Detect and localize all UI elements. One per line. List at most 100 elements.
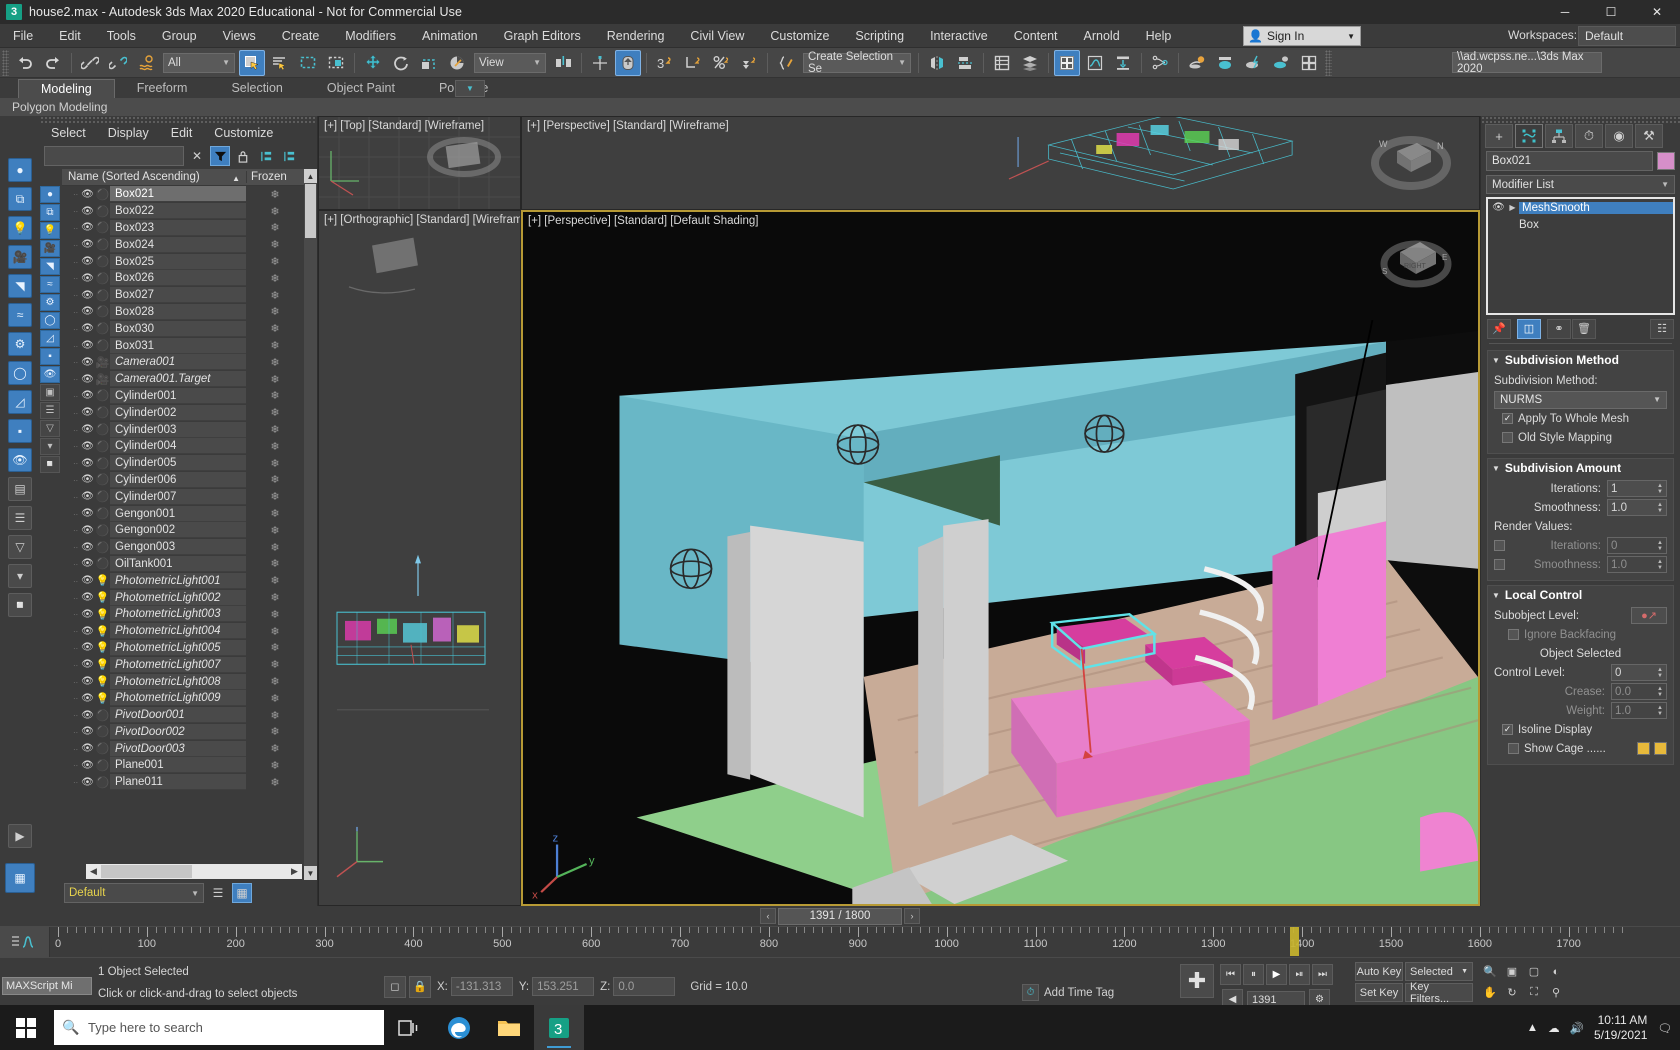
- frozen-toggle-icon[interactable]: ❄: [246, 625, 304, 638]
- explorer-menu-display[interactable]: Display: [97, 126, 160, 140]
- list-item[interactable]: ∙∙ 👁 💡 PhotometricLight002 ❄: [62, 589, 304, 606]
- track-bar[interactable]: 0 100 200 300 400 500 600 700 800 900 1000 1100 1200…: [0, 926, 1680, 957]
- expand-rail-icon[interactable]: ▶: [8, 824, 32, 848]
- make-unique-icon[interactable]: ⚭: [1547, 318, 1571, 339]
- scroll-right-icon[interactable]: ▶: [287, 866, 302, 877]
- layer-stack-icon[interactable]: ☰: [208, 883, 228, 903]
- menu-content[interactable]: Content: [1001, 24, 1071, 48]
- eye-icon[interactable]: 👁: [80, 626, 95, 637]
- rectangular-selection-region-button[interactable]: [295, 50, 321, 76]
- eye-icon[interactable]: 👁: [80, 659, 95, 670]
- previous-frame-button[interactable]: ‹: [760, 908, 776, 924]
- frozen-toggle-icon[interactable]: ❄: [246, 742, 304, 755]
- list-item[interactable]: ∙∙ 👁 ⚫ Plane011 ❄: [62, 774, 304, 791]
- scroll-left-icon[interactable]: ◀: [86, 866, 101, 877]
- object-color-swatch[interactable]: [1657, 152, 1675, 170]
- next-frame-button[interactable]: ⏯: [1289, 964, 1310, 985]
- toolbar-grip-end[interactable]: [1325, 49, 1332, 76]
- list-item[interactable]: ∙∙ 👁 ⚫ OilTank001 ❄: [62, 555, 304, 573]
- layer-selector[interactable]: Default ▼: [64, 883, 204, 903]
- viewport-perspective-wire-label[interactable]: [+] [Perspective] [Standard] [Wireframe]: [527, 120, 729, 132]
- viewport-orthographic[interactable]: [+] [Orthographic] [Standard] [Wirefram: [318, 210, 521, 906]
- viewport-perspective-shaded[interactable]: z y x [+] [Perspective] [Standard] [Defa…: [521, 210, 1480, 906]
- shapes-filter-button[interactable]: ⧉: [40, 204, 60, 221]
- lock-selection-icon[interactable]: 🔒: [409, 975, 431, 998]
- list-item[interactable]: ∙∙ 👁 ⚫ Box026 ❄: [62, 270, 304, 287]
- list-item[interactable]: ∙∙ 👁 ⚫ Box031 ❄: [62, 337, 304, 354]
- space-warp-icon[interactable]: ≈: [8, 303, 32, 327]
- spinner-snap-toggle-button[interactable]: [736, 50, 762, 76]
- list-item[interactable]: ∙∙ 👁 ⚫ Plane001 ❄: [62, 757, 304, 774]
- frozen-toggle-icon[interactable]: ❄: [246, 490, 304, 503]
- old-style-mapping-row[interactable]: ✓ Old Style Mapping: [1494, 428, 1667, 447]
- frozen-toggle-icon[interactable]: ❄: [246, 272, 304, 285]
- vertical-scrollbar[interactable]: ▲ ▼: [304, 169, 317, 880]
- workspaces-selector[interactable]: Default: [1578, 26, 1676, 46]
- rollout-header-subdivision-amount[interactable]: ▼ Subdivision Amount: [1488, 459, 1673, 477]
- object-name[interactable]: PhotometricLight008: [110, 673, 246, 690]
- modifier-stack-item-meshsmooth[interactable]: 👁 ▶ MeshSmooth: [1488, 199, 1673, 216]
- column-header-frozen[interactable]: Frozen: [246, 171, 304, 183]
- list-item[interactable]: ∙∙ 👁 ⚫ Cylinder002 ❄: [62, 404, 304, 421]
- frozen-toggle-icon[interactable]: ❄: [246, 658, 304, 671]
- angle-snap-toggle-button[interactable]: [680, 50, 706, 76]
- select-and-move-button[interactable]: [360, 50, 386, 76]
- viewport-perspective-shaded-label[interactable]: [+] [Perspective] [Standard] [Default Sh…: [528, 215, 758, 227]
- containers-filter-button[interactable]: ◽: [40, 456, 60, 473]
- absolute-relative-toggle-icon[interactable]: ◻: [384, 975, 406, 998]
- list-item[interactable]: ∙∙ 👁 ⚫ Gengon001 ❄: [62, 505, 304, 522]
- select-and-manipulate-button[interactable]: [615, 49, 641, 76]
- object-name[interactable]: Box030: [110, 320, 246, 337]
- scroll-down-icon[interactable]: ▼: [304, 866, 317, 880]
- percent-snap-toggle-button[interactable]: [708, 50, 734, 76]
- frozen-toggle-icon[interactable]: ❄: [246, 759, 304, 772]
- light-icon[interactable]: 💡: [8, 216, 32, 240]
- eye-icon[interactable]: 👁: [80, 777, 95, 788]
- sign-in-button[interactable]: 👤 Sign In ▼: [1243, 26, 1361, 46]
- eye-icon[interactable]: 👁: [80, 609, 95, 620]
- frozen-toggle-icon[interactable]: ❄: [246, 641, 304, 654]
- select-and-link-button[interactable]: [77, 50, 103, 76]
- display-tab[interactable]: ◉: [1605, 124, 1633, 148]
- render-iterative-button[interactable]: [1268, 50, 1294, 76]
- list-item[interactable]: ∙∙ 👁 ⚫ Box027 ❄: [62, 287, 304, 304]
- sort-filter-button[interactable]: ▽: [40, 420, 60, 437]
- layer-explorer-toggle-icon[interactable]: ▦: [232, 883, 252, 903]
- eye-icon[interactable]: 👁: [80, 676, 95, 687]
- frozen-toggle-icon[interactable]: ❄: [246, 373, 304, 386]
- visibility-icon[interactable]: 👁: [8, 448, 32, 472]
- list-item[interactable]: ∙∙ 👁 ⚫ Box028 ❄: [62, 303, 304, 321]
- object-name[interactable]: PivotDoor001: [110, 707, 246, 724]
- list-item[interactable]: ∙∙ 👁 ⚫ Cylinder005 ❄: [62, 455, 304, 472]
- frozen-filter-button[interactable]: ▣: [40, 384, 60, 401]
- eye-icon[interactable]: 👁: [80, 374, 95, 385]
- spinner-arrows-icon[interactable]: ▲ ▼: [1657, 686, 1663, 698]
- eye-icon[interactable]: 👁: [80, 558, 95, 569]
- view-cube[interactable]: RIGHT S E: [1374, 216, 1458, 300]
- menu-file[interactable]: File: [0, 24, 46, 48]
- object-name[interactable]: Cylinder006: [110, 471, 246, 488]
- menu-tools[interactable]: Tools: [94, 24, 149, 48]
- menu-interactive[interactable]: Interactive: [917, 24, 1001, 48]
- motion-tab[interactable]: ⏱: [1575, 124, 1603, 148]
- eye-icon[interactable]: 👁: [80, 407, 95, 418]
- hscroll-thumb[interactable]: [101, 865, 192, 878]
- go-to-end-button[interactable]: ⏭: [1312, 964, 1333, 985]
- eye-icon[interactable]: 👁: [80, 206, 95, 217]
- ribbon-options-dropdown[interactable]: ▼: [455, 80, 485, 97]
- zoom-icon[interactable]: 🔍: [1480, 962, 1500, 981]
- playhead[interactable]: [1290, 927, 1300, 956]
- eye-icon[interactable]: 👁: [80, 323, 95, 334]
- object-name[interactable]: Cylinder004: [110, 438, 246, 455]
- frozen-toggle-icon[interactable]: ❄: [246, 221, 304, 234]
- eye-icon[interactable]: 👁: [80, 306, 95, 317]
- list-rows[interactable]: ∙∙ 👁 ⚫ Box021 ❄ ∙∙ 👁 ⚫ Box022 ❄ ∙∙ 👁 ⚫ Box023 ❄ ∙∙ 👁 ⚫ Box…: [62, 186, 304, 863]
- scene-explorer-button[interactable]: [1017, 50, 1043, 76]
- frozen-toggle-icon[interactable]: ❄: [246, 725, 304, 738]
- list-item[interactable]: ∙∙ 👁 ⚫ PivotDoor001 ❄: [62, 707, 304, 724]
- field-of-view-icon[interactable]: ◐: [1546, 962, 1566, 981]
- bind-to-space-warp-button[interactable]: [133, 50, 159, 76]
- expand-triangle-icon[interactable]: ▶: [1506, 203, 1519, 212]
- eye-icon[interactable]: 👁: [80, 693, 95, 704]
- crease-spinner[interactable]: 0.0 ▲ ▼: [1611, 683, 1667, 700]
